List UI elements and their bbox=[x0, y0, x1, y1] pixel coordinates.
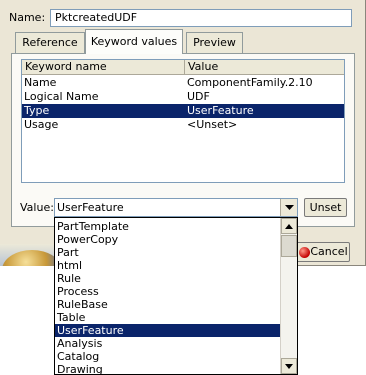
table-row[interactable]: Usage <Unset> bbox=[22, 118, 344, 132]
column-header-keyword[interactable]: Keyword name bbox=[22, 60, 185, 75]
tab-keyword-values[interactable]: Keyword values bbox=[85, 29, 183, 54]
value-cell: UserFeature bbox=[187, 104, 254, 117]
dropdown-option[interactable]: RuleBase bbox=[55, 298, 281, 311]
name-label: Name: bbox=[9, 11, 46, 24]
name-input[interactable]: PktcreatedUDF bbox=[50, 9, 352, 27]
chevron-up-icon[interactable] bbox=[281, 218, 297, 234]
value-label: Value: bbox=[20, 201, 54, 214]
chevron-down-icon[interactable] bbox=[281, 358, 297, 374]
tab-reference[interactable]: Reference bbox=[15, 32, 85, 53]
dropdown-scrollbar[interactable] bbox=[280, 218, 297, 374]
keyword-cell: Logical Name bbox=[24, 90, 99, 103]
planet-icon bbox=[0, 244, 54, 266]
tab-preview[interactable]: Preview bbox=[186, 32, 243, 53]
value-dropdown-list[interactable]: PartTemplate PowerCopy Part html Rule Pr… bbox=[54, 217, 298, 375]
dropdown-option[interactable]: PartTemplate bbox=[55, 220, 281, 233]
value-cell: <Unset> bbox=[187, 118, 238, 131]
table-header: Keyword name Value bbox=[22, 60, 344, 75]
value-cell: UDF bbox=[187, 90, 210, 103]
cancel-icon bbox=[299, 247, 310, 258]
dropdown-option[interactable]: html bbox=[55, 259, 281, 272]
unset-button[interactable]: Unset bbox=[304, 198, 347, 217]
dropdown-option[interactable]: Table bbox=[55, 311, 281, 324]
column-header-value[interactable]: Value bbox=[185, 60, 344, 75]
dropdown-option[interactable]: Analysis bbox=[55, 337, 281, 350]
dropdown-option[interactable]: Process bbox=[55, 285, 281, 298]
dropdown-option[interactable]: Catalog bbox=[55, 350, 281, 363]
table-row[interactable]: Type UserFeature bbox=[22, 104, 344, 118]
dropdown-option[interactable]: Rule bbox=[55, 272, 281, 285]
value-combobox-text: UserFeature bbox=[57, 201, 124, 214]
planet-shape bbox=[2, 250, 54, 266]
value-cell: ComponentFamily.2.10 bbox=[187, 76, 313, 89]
keyword-cell: Usage bbox=[24, 118, 59, 131]
keyword-cell: Type bbox=[24, 104, 50, 117]
dropdown-option[interactable]: Drawing bbox=[55, 363, 281, 374]
chevron-down-icon[interactable] bbox=[280, 199, 297, 216]
table-row[interactable]: Logical Name UDF bbox=[22, 90, 344, 104]
table-row[interactable]: Name ComponentFamily.2.10 bbox=[22, 76, 344, 90]
value-combobox[interactable]: UserFeature bbox=[54, 198, 298, 217]
scrollbar-thumb[interactable] bbox=[281, 235, 297, 257]
cancel-button[interactable]: Cancel bbox=[294, 242, 350, 262]
keyword-table: Keyword name Value Name ComponentFamily.… bbox=[21, 59, 345, 183]
dropdown-option[interactable]: UserFeature bbox=[55, 324, 281, 337]
keyword-cell: Name bbox=[24, 76, 57, 89]
dropdown-option[interactable]: PowerCopy bbox=[55, 233, 281, 246]
dropdown-option[interactable]: Part bbox=[55, 246, 281, 259]
cancel-button-label: Cancel bbox=[310, 245, 348, 258]
